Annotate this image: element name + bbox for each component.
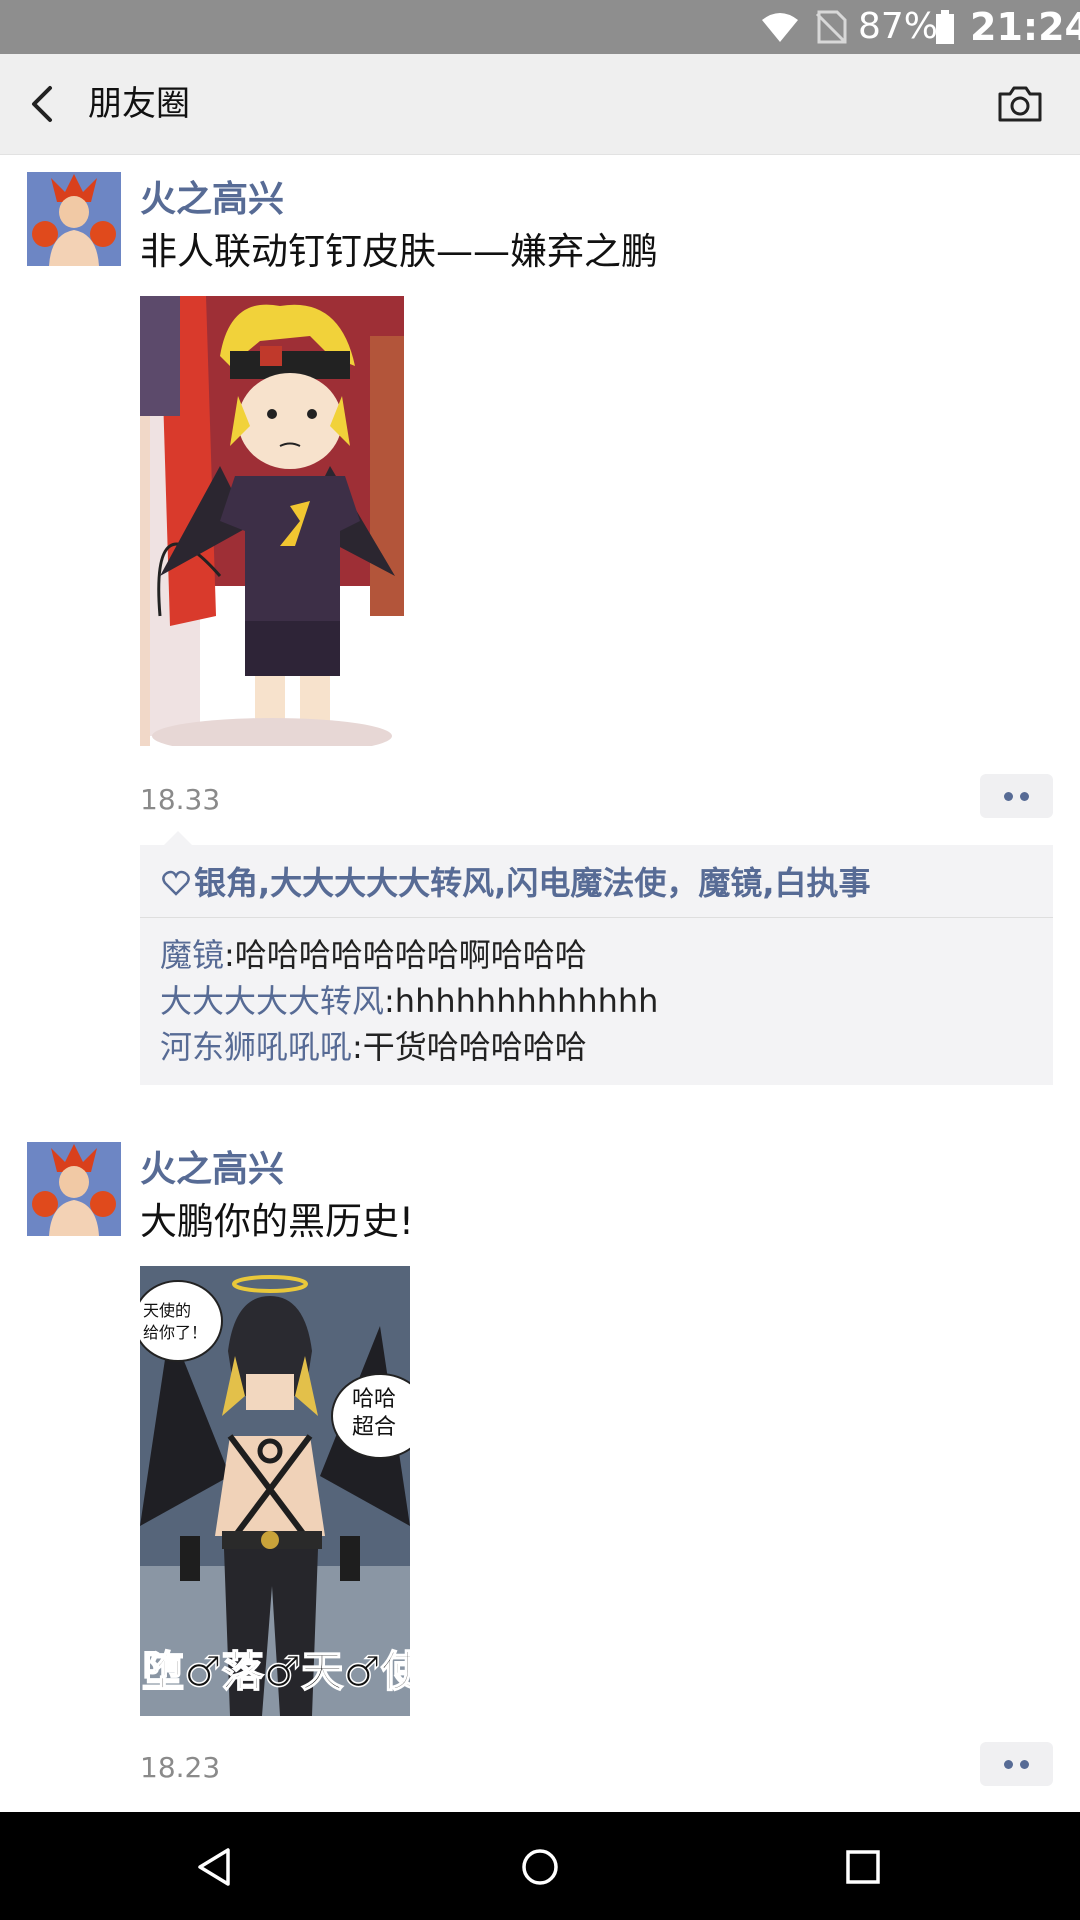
comment-item[interactable]: 大大大大大转风:hhhhhhhhhhhhh xyxy=(160,979,658,1023)
top-bar: 朋友圈 xyxy=(0,54,1080,155)
bubble-text: 超合 xyxy=(352,1415,396,1440)
panel-caret xyxy=(164,831,192,845)
post-text: 大鹏你的黑历史! xyxy=(140,1200,414,1243)
more-actions-button[interactable] xyxy=(980,774,1053,818)
system-nav-bar xyxy=(0,1812,1080,1920)
heart-icon xyxy=(162,870,190,896)
post-time: 18.33 xyxy=(140,783,221,816)
comment-author[interactable]: 河东狮吼吼吼 xyxy=(160,1028,352,1066)
avatar-image xyxy=(27,1142,121,1236)
post-image-illustration: 天使的 给你了！ 哈哈 超合 堕♂落♂天♂使 xyxy=(140,1266,410,1716)
comment-separator: : xyxy=(352,1028,363,1066)
divider xyxy=(140,917,1053,918)
post-author[interactable]: 火之高兴 xyxy=(140,1148,284,1192)
bubble-text: 给你了！ xyxy=(143,1323,207,1342)
post-image[interactable]: 天使的 给你了！ 哈哈 超合 堕♂落♂天♂使 xyxy=(140,1266,410,1716)
moments-screen: 87% 21:24 朋友圈 火之高兴 非人联动钉钉皮肤——嫌弃之鹏 18.33 … xyxy=(0,0,1080,1920)
no-sim-icon xyxy=(815,10,847,44)
comment-item[interactable]: 河东狮吼吼吼:干货哈哈哈哈哈 xyxy=(160,1025,587,1069)
battery-icon xyxy=(936,10,954,44)
moment-post: 火之高兴 非人联动钉钉皮肤——嫌弃之鹏 18.33 银角,大大大大大转风,闪电魔… xyxy=(0,154,1080,1104)
status-time: 21:24 xyxy=(970,5,1080,49)
more-dot-icon xyxy=(1020,1760,1029,1769)
comment-author[interactable]: 大大大大大转风 xyxy=(160,982,384,1020)
likes-comments-panel: 银角,大大大大大转风,闪电魔法使，魔镜,白执事 魔镜:哈哈哈哈哈哈哈啊哈哈哈 大… xyxy=(140,831,1053,1085)
avatar-image xyxy=(27,172,121,266)
avatar[interactable] xyxy=(27,1142,121,1236)
back-arrow-icon[interactable] xyxy=(22,78,68,130)
caption-text: 堕♂落♂天♂使 xyxy=(142,1647,410,1696)
comment-item[interactable]: 魔镜:哈哈哈哈哈哈哈啊哈哈哈 xyxy=(160,933,587,977)
page-title: 朋友圈 xyxy=(88,84,190,124)
more-dot-icon xyxy=(1004,792,1013,801)
post-text: 非人联动钉钉皮肤——嫌弃之鹏 xyxy=(140,230,658,273)
post-time: 18.23 xyxy=(140,1751,221,1784)
battery-percent: 87% xyxy=(858,6,939,47)
wifi-icon xyxy=(762,13,798,42)
nav-home-icon[interactable] xyxy=(515,1842,565,1892)
comment-text: 干货哈哈哈哈哈 xyxy=(362,1028,587,1066)
post-image-illustration xyxy=(140,296,404,746)
status-bar: 87% 21:24 xyxy=(0,0,1080,54)
bubble-text: 天使的 xyxy=(143,1301,191,1320)
moment-post: 火之高兴 大鹏你的黑历史! 天使的 给你了！ 哈哈 超合 堕♂落♂天♂使 18.… xyxy=(0,1124,1080,1804)
likes-names[interactable]: 银角,大大大大大转风,闪电魔法使，魔镜,白执事 xyxy=(194,864,870,902)
likes-row: 银角,大大大大大转风,闪电魔法使，魔镜,白执事 xyxy=(162,861,870,905)
more-actions-button[interactable] xyxy=(980,1742,1053,1786)
camera-icon[interactable] xyxy=(996,80,1044,128)
comment-separator: : xyxy=(384,982,395,1020)
more-dot-icon xyxy=(1020,792,1029,801)
comment-author[interactable]: 魔镜 xyxy=(160,936,224,974)
comment-text: 哈哈哈哈哈哈哈啊哈哈哈 xyxy=(234,936,587,974)
comment-text: hhhhhhhhhhhhh xyxy=(394,982,659,1020)
comment-separator: : xyxy=(224,936,235,974)
nav-back-icon[interactable] xyxy=(192,1842,242,1892)
bubble-text: 哈哈 xyxy=(352,1387,396,1412)
post-image[interactable] xyxy=(140,296,404,746)
post-author[interactable]: 火之高兴 xyxy=(140,178,284,222)
nav-recents-icon[interactable] xyxy=(838,1842,888,1892)
avatar[interactable] xyxy=(27,172,121,266)
more-dot-icon xyxy=(1004,1760,1013,1769)
